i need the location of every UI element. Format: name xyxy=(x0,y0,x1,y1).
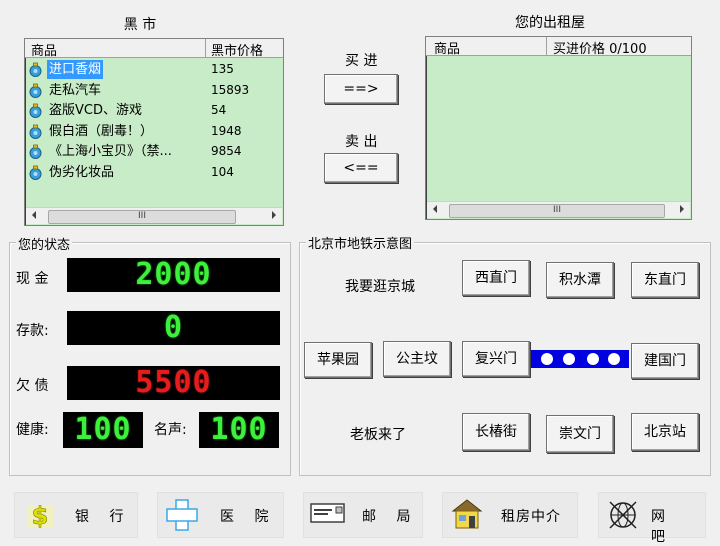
health-label: 健康: xyxy=(16,422,49,438)
list-item[interactable]: 盗版VCD、游戏 54 xyxy=(27,101,279,120)
list-item[interactable]: 《上海小宝贝》（禁... 9854 xyxy=(27,142,279,161)
health-display: 100 xyxy=(63,412,143,448)
rental-list-header: 商品 买进价格 0/100 xyxy=(426,37,691,57)
column-header-item[interactable]: 商品 xyxy=(434,38,460,57)
list-item[interactable]: 假白酒（剧毒！） 1948 xyxy=(27,122,279,141)
hospital-label: 医 院 xyxy=(220,509,277,525)
item-bag-icon xyxy=(29,103,42,118)
item-name: 进口香烟 xyxy=(47,60,104,79)
svg-text:$: $ xyxy=(32,502,49,530)
boss-coming-text: 老板来了 xyxy=(350,427,406,443)
black-market-hscrollbar[interactable]: III xyxy=(26,207,282,224)
network-globe-icon xyxy=(609,501,637,529)
item-name: 《上海小宝贝》（禁... xyxy=(49,144,172,159)
scroll-thumb[interactable]: III xyxy=(449,204,665,218)
station-dongzhimen-button[interactable]: 东直门 xyxy=(631,262,699,298)
column-header-price[interactable]: 黑市价格 xyxy=(211,40,263,59)
column-header-item[interactable]: 商品 xyxy=(31,40,57,59)
bank-button[interactable]: $ 银 行 xyxy=(14,492,138,538)
item-bag-icon xyxy=(29,144,42,159)
cash-display: 2000 xyxy=(67,258,280,292)
scroll-left-arrow[interactable] xyxy=(32,211,36,219)
dollar-icon: $ xyxy=(27,502,53,530)
item-price: 135 xyxy=(211,62,234,76)
item-price: 54 xyxy=(211,103,227,117)
debt-label: 欠 债 xyxy=(16,378,49,394)
item-price: 15893 xyxy=(211,82,250,97)
scroll-left-arrow[interactable] xyxy=(433,205,437,213)
internet-cafe-button[interactable]: 网 吧 xyxy=(598,492,706,545)
rental-list[interactable]: 商品 买进价格 0/100 III xyxy=(425,36,692,220)
station-jianguomen-button[interactable]: 建国门 xyxy=(631,343,699,379)
metro-line xyxy=(531,350,629,368)
metro-stop-dot xyxy=(541,353,553,365)
visit-city-text: 我要逛京城 xyxy=(345,279,415,295)
metro-stop-dot xyxy=(608,353,620,365)
sell-label: 卖 出 xyxy=(345,134,378,150)
rental-hscrollbar[interactable]: III xyxy=(427,201,690,218)
item-bag-icon xyxy=(29,83,42,98)
fame-display: 100 xyxy=(199,412,279,448)
rental-agency-button[interactable]: 租房中介 xyxy=(442,492,578,538)
scroll-thumb[interactable]: III xyxy=(48,210,236,224)
post-office-button[interactable]: 邮 局 xyxy=(303,492,423,538)
internet-cafe-label: 网 吧 xyxy=(651,509,673,545)
station-fuxingmen-button[interactable]: 复兴门 xyxy=(462,341,530,377)
metro-stop-dot xyxy=(563,353,575,365)
station-changchunjie-button[interactable]: 长椿街 xyxy=(462,413,530,451)
list-item[interactable]: 走私汽车 15893 xyxy=(27,81,279,100)
deposit-label: 存款: xyxy=(16,323,49,339)
item-name: 盗版VCD、游戏 xyxy=(49,103,142,118)
item-name: 伪劣化妆品 xyxy=(49,164,115,180)
item-bag-icon xyxy=(29,165,42,180)
station-chongwenmen-button[interactable]: 崇文门 xyxy=(546,415,614,453)
buy-label: 买 进 xyxy=(345,53,378,69)
rental-agency-label: 租房中介 xyxy=(501,509,561,525)
item-bag-icon xyxy=(29,62,42,77)
item-price: 104 xyxy=(211,164,234,179)
list-item[interactable]: 伪劣化妆品 104 xyxy=(27,163,279,182)
metro-stop-dot xyxy=(587,353,599,365)
station-beijingzhan-button[interactable]: 北京站 xyxy=(631,413,699,451)
item-price: 9854 xyxy=(211,144,242,158)
item-name: 走私汽车 xyxy=(49,82,102,98)
black-market-list[interactable]: 商品 黑市价格 进口香烟 135 走私汽车 15893 盗版VCD、游戏 54 假白酒（剧毒… xyxy=(24,38,284,226)
metro-map-legend: 北京市地铁示意图 xyxy=(306,233,415,252)
medical-cross-icon xyxy=(166,499,198,531)
debt-display: 5500 xyxy=(67,366,280,400)
column-header-buy-price[interactable]: 买进价格 0/100 xyxy=(553,38,647,57)
fame-label: 名声: xyxy=(154,422,187,438)
cash-label: 现 金 xyxy=(16,271,49,287)
rental-title: 您的出租屋 xyxy=(515,15,585,31)
status-legend: 您的状态 xyxy=(16,234,73,253)
post-office-label: 邮 局 xyxy=(362,509,419,525)
scroll-right-arrow[interactable] xyxy=(272,211,276,219)
item-price: 1948 xyxy=(211,123,242,138)
black-market-title: 黑 市 xyxy=(123,17,157,33)
envelope-icon xyxy=(310,503,345,523)
bank-label: 银 行 xyxy=(75,509,132,525)
house-icon xyxy=(451,499,483,529)
item-bag-icon xyxy=(29,124,42,139)
station-xizhimen-button[interactable]: 西直门 xyxy=(462,260,530,296)
list-item[interactable]: 进口香烟 135 xyxy=(27,60,279,79)
sell-button[interactable]: <== xyxy=(324,153,398,183)
station-jishuitan-button[interactable]: 积水潭 xyxy=(546,262,614,298)
item-name: 假白酒（剧毒！） xyxy=(49,123,154,139)
hospital-button[interactable]: 医 院 xyxy=(157,492,284,538)
station-pingguoyuan-button[interactable]: 苹果园 xyxy=(304,342,372,378)
buy-button[interactable]: ==> xyxy=(324,74,398,104)
black-market-list-header: 商品 黑市价格 xyxy=(25,39,283,59)
scroll-right-arrow[interactable] xyxy=(680,205,684,213)
station-gongzhufen-button[interactable]: 公主坟 xyxy=(383,341,451,377)
deposit-display: 0 xyxy=(67,311,280,345)
